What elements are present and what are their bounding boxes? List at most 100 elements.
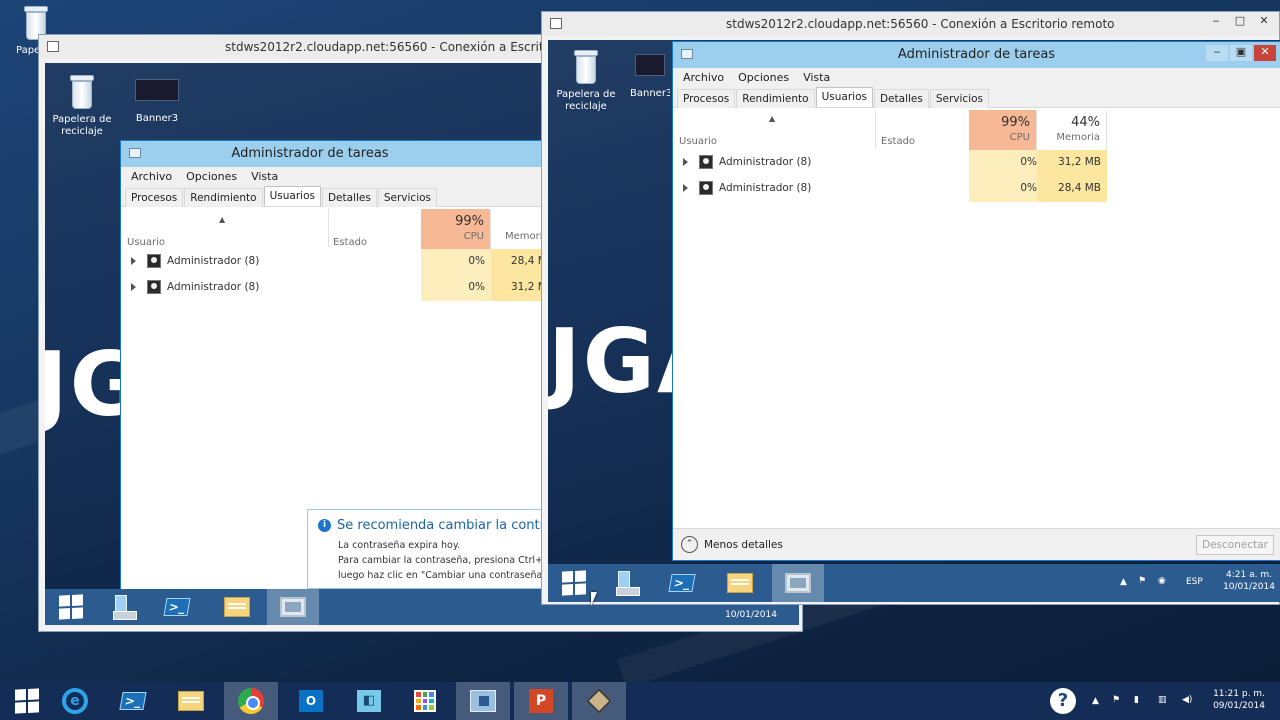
menu-bar: Archivo Opciones Vista [121, 167, 579, 187]
menu-archivo[interactable]: Archivo [131, 170, 172, 184]
menu-vista[interactable]: Vista [251, 170, 278, 184]
volume-icon[interactable]: ◉ [1158, 576, 1166, 586]
row-user-name: Administrador (8) [167, 255, 260, 267]
tray-show-hidden-icon[interactable]: ▲ [1120, 577, 1127, 587]
task-manager-title: Administrador de tareas [897, 47, 1056, 62]
task-manager-title-bar[interactable]: Administrador de tareas [121, 141, 579, 167]
menu-opciones[interactable]: Opciones [186, 170, 237, 184]
task-manager-footer: ⌃ Menos detalles Desconectar [673, 528, 1280, 560]
menu-archivo[interactable]: Archivo [683, 71, 724, 85]
host-taskbar-outlook[interactable]: O [284, 682, 338, 720]
tab-servicios[interactable]: Servicios [377, 188, 438, 207]
language-indicator[interactable]: ESP [1186, 577, 1203, 587]
powershell-icon: >_ [668, 574, 696, 592]
close-icon[interactable]: ✕ [1254, 45, 1276, 61]
sort-arrow-icon: ▲ [219, 215, 226, 224]
menu-opciones[interactable]: Opciones [738, 71, 789, 85]
row-cpu: 0% [1020, 156, 1037, 168]
internet-explorer-icon: e [62, 688, 88, 714]
less-details-button[interactable]: ⌃ Menos detalles [681, 536, 783, 553]
host-taskbar-powerpoint[interactable]: P [514, 682, 568, 720]
cpu-label: CPU [463, 231, 484, 242]
remote-clock[interactable]: 4:21 a. m. 10/01/2014 [1216, 569, 1280, 593]
desktop-icon-banner[interactable]: Banner3 [124, 73, 190, 125]
tab-usuarios[interactable]: Usuarios [815, 87, 873, 107]
host-taskbar-ie[interactable]: e [48, 682, 102, 720]
table-row[interactable]: Administrador (8) 0% 28,4 MB [131, 249, 581, 275]
rdp-system-icon[interactable] [550, 18, 562, 29]
power-icon[interactable]: ▮ [1134, 695, 1139, 705]
tab-rendimiento[interactable]: Rendimiento [184, 188, 263, 207]
column-estado[interactable]: Estado [881, 136, 915, 147]
taskbar-file-explorer[interactable] [714, 564, 766, 602]
app-grid-icon [414, 690, 436, 712]
start-button[interactable] [45, 589, 97, 625]
info-icon: i [318, 519, 331, 532]
rdp-title-bar[interactable]: stdws2012r2.cloudapp.net:56560 - Conexió… [542, 12, 1279, 36]
notification-line: La contraseña expira hoy. [338, 540, 461, 551]
table-row[interactable]: Administrador (8) 0% 31,2 MB [683, 150, 1113, 176]
column-usuario[interactable]: Usuario [127, 237, 165, 248]
banner-image-icon [635, 54, 665, 76]
maximize-icon[interactable]: □ [1229, 14, 1251, 30]
tab-usuarios[interactable]: Usuarios [263, 186, 321, 206]
help-icon: ? [1050, 688, 1076, 714]
tray-show-hidden-icon[interactable]: ▲ [1092, 696, 1099, 706]
desktop-icon-banner[interactable]: Banner3 [630, 48, 670, 100]
host-taskbar-chrome[interactable] [224, 682, 278, 720]
tab-bar: Procesos Rendimiento Usuarios Detalles S… [673, 87, 1280, 108]
minimize-icon[interactable]: ‒ [1206, 45, 1228, 61]
expand-arrow-icon[interactable] [683, 158, 688, 166]
disconnect-button[interactable]: Desconectar [1196, 535, 1274, 555]
row-cpu: 0% [468, 281, 485, 293]
taskbar-powershell[interactable]: >_ [656, 564, 708, 602]
windows-icon [562, 570, 586, 596]
taskbar-server-manager[interactable] [97, 589, 149, 625]
taskbar-task-manager[interactable] [772, 564, 824, 602]
tab-rendimiento[interactable]: Rendimiento [736, 89, 815, 108]
host-taskbar-app-grid[interactable] [398, 682, 452, 720]
taskbar-task-manager[interactable] [267, 589, 319, 625]
menu-vista[interactable]: Vista [803, 71, 830, 85]
column-cpu[interactable]: 99% CPU [421, 209, 491, 249]
column-cpu[interactable]: 99% CPU [969, 110, 1037, 150]
taskbar-powershell[interactable]: >_ [151, 589, 203, 625]
volume-icon[interactable]: ◀) [1182, 695, 1192, 705]
row-memory: 31,2 MB [1058, 156, 1101, 168]
taskbar-file-explorer[interactable] [211, 589, 263, 625]
tab-servicios[interactable]: Servicios [929, 89, 990, 108]
host-clock[interactable]: 11:21 p. m. 09/01/2014 [1204, 688, 1274, 712]
rdp-system-icon[interactable] [47, 41, 59, 52]
host-taskbar-remote-desktop[interactable] [456, 682, 510, 720]
desktop-icon-recycle-bin[interactable]: Papelera de reciclaje [49, 73, 115, 138]
column-usuario[interactable]: Usuario [679, 136, 717, 147]
column-estado[interactable]: Estado [333, 237, 367, 248]
tab-procesos[interactable]: Procesos [677, 89, 736, 108]
network-icon[interactable]: ⚑ [1138, 576, 1146, 586]
host-start-button[interactable] [0, 682, 54, 720]
minimize-icon[interactable]: ‒ [1205, 14, 1227, 30]
taskbar-server-manager[interactable] [600, 564, 652, 602]
desktop-icon-recycle-bin[interactable]: Papelera de reciclaje [553, 48, 619, 113]
tab-detalles[interactable]: Detalles [873, 89, 929, 108]
task-manager-title-bar[interactable]: Administrador de tareas ‒ ▣ ✕ [673, 42, 1280, 68]
close-icon[interactable]: ✕ [1253, 14, 1275, 30]
expand-arrow-icon[interactable] [131, 283, 136, 291]
host-taskbar-file-explorer[interactable] [164, 682, 218, 720]
host-taskbar-powershell[interactable]: >_ [106, 682, 160, 720]
expand-arrow-icon[interactable] [683, 184, 688, 192]
network-icon[interactable]: ▥ [1158, 695, 1167, 705]
row-user-name: Administrador (8) [719, 182, 812, 194]
column-memoria[interactable]: 44% Memoria [1037, 110, 1107, 150]
host-taskbar-camtasia[interactable] [572, 682, 626, 720]
host-taskbar-help[interactable]: ? [1036, 682, 1090, 720]
tab-procesos[interactable]: Procesos [125, 188, 184, 207]
table-row[interactable]: Administrador (8) 0% 28,4 MB [683, 176, 1113, 202]
sort-arrow-icon: ▲ [769, 114, 776, 123]
expand-arrow-icon[interactable] [131, 257, 136, 265]
flag-icon[interactable]: ⚑ [1112, 695, 1120, 705]
maximize-icon[interactable]: ▣ [1230, 45, 1252, 61]
tab-detalles[interactable]: Detalles [321, 188, 377, 207]
host-taskbar-lync[interactable]: ◧ [342, 682, 396, 720]
table-row[interactable]: Administrador (8) 0% 31,2 MB [131, 275, 581, 301]
